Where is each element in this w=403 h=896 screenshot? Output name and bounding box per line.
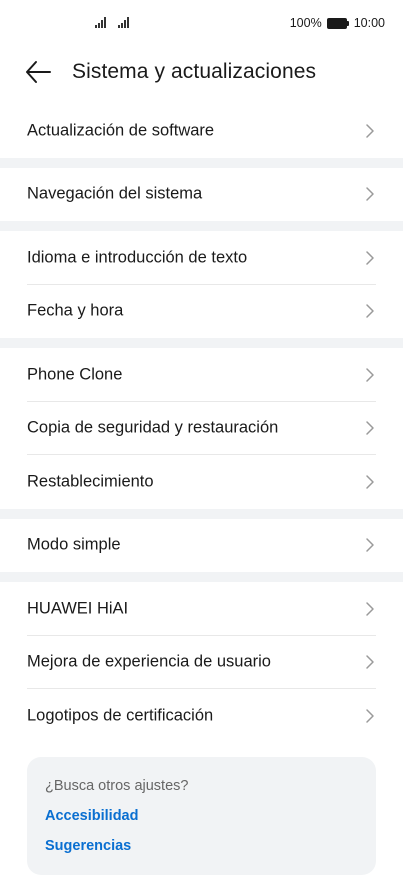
settings-item-label: Restablecimiento: [27, 472, 154, 491]
section-gap: [0, 572, 403, 582]
settings-item[interactable]: Copia de seguridad y restauración: [0, 402, 403, 455]
settings-group: Actualización de software: [0, 104, 403, 158]
settings-item[interactable]: Modo simple: [0, 519, 403, 573]
settings-group: Navegación del sistema: [0, 167, 403, 222]
settings-item-label: Phone Clone: [27, 365, 123, 384]
section-gap: [0, 338, 403, 348]
settings-item[interactable]: HUAWEI HiAI: [0, 582, 403, 636]
settings-group: HUAWEI HiAI Mejora de experiencia de usua…: [0, 582, 403, 743]
chevron-right-icon: [365, 250, 375, 266]
settings-item[interactable]: Phone Clone: [0, 348, 403, 402]
settings-item[interactable]: Navegación del sistema: [0, 168, 403, 222]
settings-item-label: Logotipos de certificación: [27, 706, 214, 725]
settings-item-label: Idioma e introducción de texto: [27, 248, 248, 267]
chevron-right-icon: [365, 601, 375, 617]
settings-item[interactable]: Logotipos de certificación: [0, 689, 403, 743]
chevron-right-icon: [365, 654, 375, 670]
section-gap: [0, 157, 403, 168]
settings-group: Idioma e introducción de texto Fecha y ho…: [0, 231, 403, 338]
settings-item-label: Modo simple: [27, 535, 121, 554]
battery-icon: [326, 17, 349, 29]
settings-item[interactable]: Restablecimiento: [0, 455, 403, 509]
settings-item-label: Mejora de experiencia de usuario: [27, 652, 271, 671]
status-bar: 100% 10:00: [0, 0, 403, 48]
settings-item[interactable]: Idioma e introducción de texto: [0, 231, 403, 285]
chevron-right-icon: [365, 186, 375, 202]
chevron-right-icon: [365, 420, 375, 436]
signal-icon: [118, 16, 129, 28]
chevron-right-icon: [365, 708, 375, 724]
suggestions-link[interactable]: Sugerencias: [45, 838, 131, 854]
settings-item-label: Navegación del sistema: [27, 184, 203, 203]
section-gap: [0, 221, 403, 231]
app-bar: Sistema y actualizaciones: [0, 52, 403, 92]
settings-item[interactable]: Fecha y hora: [0, 285, 403, 339]
signal-icon: [95, 16, 106, 28]
clock: 10:00: [353, 16, 385, 30]
chevron-right-icon: [365, 537, 375, 553]
settings-item-label: HUAWEI HiAI: [27, 599, 129, 618]
chevron-right-icon: [365, 123, 375, 139]
back-arrow-icon[interactable]: [24, 58, 54, 86]
settings-item-label: Copia de seguridad y restauración: [27, 418, 279, 437]
suggestions-question: ¿Busca otros ajustes?: [45, 778, 189, 794]
battery-percent: 100%: [289, 16, 322, 30]
chevron-right-icon: [365, 303, 375, 319]
page-title: Sistema y actualizaciones: [72, 60, 317, 83]
settings-list: Actualización de software Navegación del …: [0, 104, 403, 743]
section-gap: [0, 508, 403, 519]
suggestions-card: ¿Busca otros ajustes? Accesibilidad Suge…: [27, 757, 376, 875]
settings-group: Phone Clone Copia de seguridad y restaura…: [0, 348, 403, 509]
settings-item[interactable]: Actualización de software: [0, 104, 403, 158]
settings-item-label: Fecha y hora: [27, 301, 124, 320]
accessibility-link[interactable]: Accesibilidad: [45, 808, 138, 824]
settings-item-label: Actualización de software: [27, 121, 215, 140]
chevron-right-icon: [365, 474, 375, 490]
chevron-right-icon: [365, 367, 375, 383]
settings-item[interactable]: Mejora de experiencia de usuario: [0, 636, 403, 689]
settings-group: Modo simple: [0, 518, 403, 573]
